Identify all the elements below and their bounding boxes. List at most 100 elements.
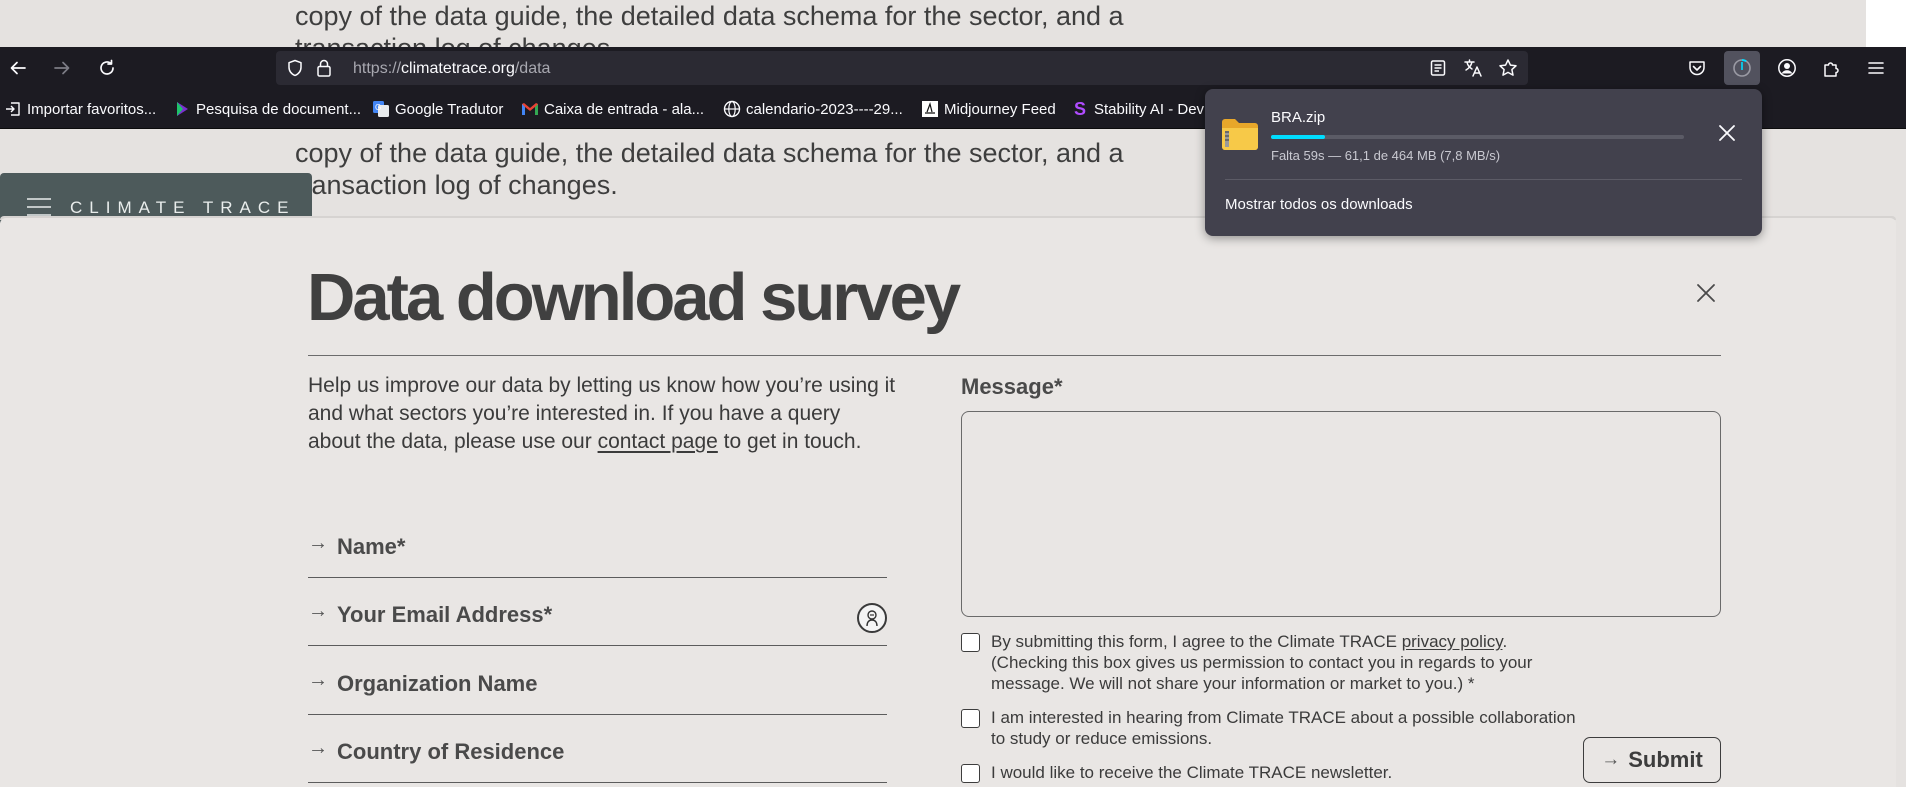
bookmark-item[interactable]: Pesquisa de document... bbox=[173, 89, 361, 129]
reload-icon bbox=[100, 59, 114, 75]
arrow-right-icon: → bbox=[1601, 749, 1621, 770]
bookmark-item[interactable]: Importar favoritos... bbox=[4, 89, 156, 129]
url-prefix: https:// bbox=[353, 60, 402, 77]
back-button[interactable] bbox=[0, 47, 36, 89]
submit-button[interactable]: → Submit bbox=[1583, 737, 1721, 783]
account-button[interactable] bbox=[1769, 47, 1805, 89]
import-icon bbox=[4, 100, 22, 118]
newsletter-checkbox[interactable] bbox=[961, 764, 980, 783]
message-label: Message* bbox=[961, 374, 1063, 399]
background-text-line: transaction log of changes. bbox=[295, 170, 618, 200]
bookmark-item[interactable]: Caixa de entrada - ala... bbox=[521, 89, 704, 129]
intro-text: Help us improve our data by letting us k… bbox=[308, 372, 898, 456]
bookmark-item[interactable]: Midjourney Feed bbox=[921, 89, 1056, 129]
pocket-icon bbox=[1689, 61, 1705, 76]
intro-text-part: to get in touch. bbox=[717, 430, 862, 453]
collaboration-checkbox[interactable] bbox=[961, 709, 980, 728]
tracking-shield-icon[interactable] bbox=[286, 59, 304, 77]
email-field[interactable]: → Your Email Address* bbox=[308, 578, 887, 646]
bookmark-label: Pesquisa de document... bbox=[196, 100, 362, 118]
contact-page-link[interactable]: contact page bbox=[598, 430, 718, 453]
bookmark-item[interactable]: S Stability AI - Dev bbox=[1071, 89, 1204, 129]
bookmark-label: Google Tradutor bbox=[395, 100, 504, 118]
download-file-name[interactable]: BRA.zip bbox=[1271, 109, 1325, 126]
address-bar[interactable]: https://climatetrace.org/data bbox=[276, 51, 1528, 85]
lock-icon[interactable] bbox=[315, 58, 333, 78]
downloads-divider bbox=[1225, 179, 1742, 180]
email-field-label: Your Email Address* bbox=[337, 602, 553, 627]
hamburger-icon bbox=[1868, 62, 1884, 74]
privacy-checkbox-note: (Checking this box gives us permission t… bbox=[991, 653, 1533, 672]
hamburger-icon bbox=[27, 198, 51, 216]
bookmark-star-icon[interactable] bbox=[1498, 58, 1518, 78]
newsletter-checkbox-label: I would like to receive the Climate TRAC… bbox=[991, 763, 1393, 782]
organization-field-label: Organization Name bbox=[337, 671, 538, 696]
download-progress-bar bbox=[1271, 135, 1684, 139]
bookmark-label: Caixa de entrada - ala... bbox=[544, 100, 705, 118]
download-progress-fill bbox=[1271, 135, 1325, 139]
url-text[interactable]: https://climatetrace.org/data bbox=[353, 60, 550, 78]
country-field-label: Country of Residence bbox=[337, 739, 565, 764]
arrow-right-icon: → bbox=[308, 532, 328, 554]
bookmark-item[interactable]: calendario-2023----29... bbox=[723, 89, 903, 129]
menu-button[interactable] bbox=[1858, 47, 1894, 89]
reload-button[interactable] bbox=[89, 47, 125, 89]
zip-folder-icon bbox=[1222, 119, 1258, 150]
privacy-text: . bbox=[1502, 632, 1508, 651]
back-arrow-icon bbox=[10, 61, 26, 75]
extensions-button[interactable] bbox=[1814, 47, 1850, 89]
background-text-line: copy of the data guide, the detailed dat… bbox=[295, 1, 1124, 31]
globe-icon bbox=[723, 100, 741, 118]
bookmark-label: Importar favoritos... bbox=[27, 100, 157, 118]
close-icon[interactable] bbox=[1693, 280, 1719, 306]
country-field[interactable]: → Country of Residence bbox=[308, 715, 887, 783]
svg-text:G: G bbox=[375, 103, 381, 112]
cancel-download-icon[interactable] bbox=[1717, 123, 1737, 143]
translate-icon[interactable] bbox=[1463, 58, 1483, 78]
password-manager-icon[interactable] bbox=[857, 603, 887, 633]
show-all-downloads-button[interactable]: Mostrar todos os downloads bbox=[1225, 196, 1413, 213]
collaboration-checkbox-label: to study or reduce emissions. bbox=[991, 729, 1213, 748]
modal-title: Data download survey bbox=[307, 260, 961, 335]
midjourney-icon bbox=[921, 100, 939, 118]
bookmark-item[interactable]: G Google Tradutor bbox=[372, 89, 503, 129]
download-progress-icon bbox=[1733, 59, 1751, 77]
arrow-right-icon: → bbox=[308, 737, 328, 759]
arrow-right-icon: → bbox=[308, 669, 328, 691]
browser-toolbar: https://climatetrace.org/data bbox=[0, 47, 1906, 89]
gmail-icon bbox=[521, 100, 539, 118]
privacy-checkbox-note: message. We will not share your informat… bbox=[991, 674, 1475, 693]
arrow-right-icon: → bbox=[308, 600, 328, 622]
bookmark-label: Midjourney Feed bbox=[944, 100, 1056, 118]
downloads-button[interactable] bbox=[1724, 51, 1760, 85]
page-scrollbar-area bbox=[1866, 0, 1906, 48]
background-text-line: copy of the data guide, the detailed dat… bbox=[295, 138, 1124, 168]
bookmark-label: calendario-2023----29... bbox=[746, 100, 903, 118]
submit-label: Submit bbox=[1628, 747, 1703, 772]
name-field-label: Name* bbox=[337, 534, 406, 559]
bookmark-label: Stability AI - Dev bbox=[1094, 100, 1205, 118]
google-translate-icon: G bbox=[372, 100, 390, 118]
message-textarea[interactable] bbox=[961, 411, 1721, 617]
forward-button[interactable] bbox=[44, 47, 80, 89]
document-search-icon bbox=[173, 100, 191, 118]
privacy-text: By submitting this form, I agree to the … bbox=[991, 632, 1402, 651]
title-divider bbox=[308, 355, 1721, 356]
reader-view-icon[interactable] bbox=[1429, 59, 1447, 77]
pocket-button[interactable] bbox=[1679, 47, 1715, 89]
downloads-panel: BRA.zip Falta 59s — 61,1 de 464 MB (7,8 … bbox=[1205, 89, 1762, 236]
name-field[interactable]: → Name* bbox=[308, 510, 887, 578]
url-path: /data bbox=[514, 60, 551, 77]
site-logo[interactable]: CLIMATE TRACE bbox=[70, 198, 295, 218]
stability-icon: S bbox=[1073, 98, 1086, 119]
puzzle-icon bbox=[1824, 62, 1839, 77]
url-domain: climatetrace.org bbox=[401, 60, 515, 77]
privacy-checkbox[interactable] bbox=[961, 633, 980, 652]
collaboration-checkbox-label: I am interested in hearing from Climate … bbox=[991, 708, 1576, 727]
forward-arrow-icon bbox=[54, 61, 70, 75]
privacy-checkbox-label: By submitting this form, I agree to the … bbox=[991, 631, 1507, 652]
download-status: Falta 59s — 61,1 de 464 MB (7,8 MB/s) bbox=[1271, 148, 1501, 163]
organization-field[interactable]: → Organization Name bbox=[308, 647, 887, 715]
privacy-policy-link[interactable]: privacy policy bbox=[1402, 632, 1503, 651]
account-icon bbox=[1778, 59, 1796, 77]
